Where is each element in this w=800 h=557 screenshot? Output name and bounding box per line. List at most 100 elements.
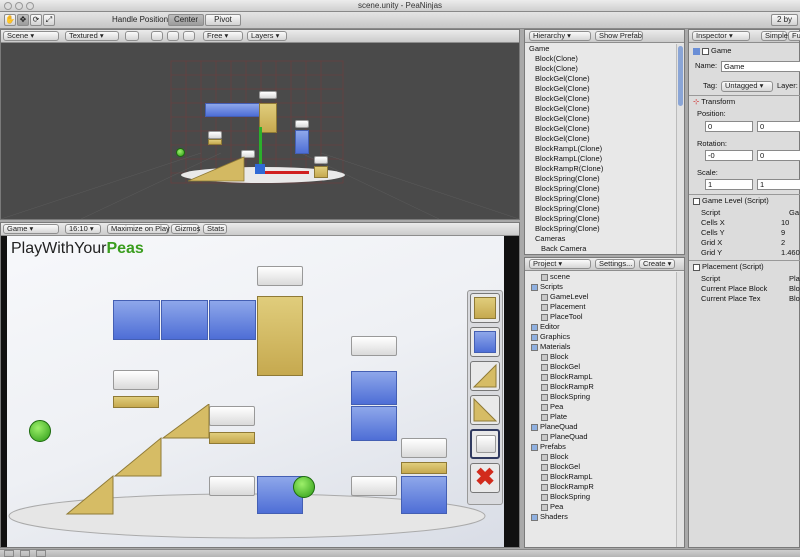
game-tab[interactable]: Game ▾ <box>3 224 59 234</box>
pivot-toggle[interactable]: Pivot <box>205 14 241 26</box>
project-item[interactable]: Pea <box>525 502 675 512</box>
minimize-window-button[interactable] <box>15 2 23 10</box>
project-item[interactable]: BlockSpring <box>525 492 675 502</box>
hierarchy-item[interactable]: BlockSpring(Clone) <box>525 174 675 184</box>
scene-mode-button[interactable] <box>125 31 139 41</box>
project-item[interactable]: BlockRampR <box>525 382 675 392</box>
scene-tab[interactable]: Scene ▾ <box>3 31 59 41</box>
move-gizmo-z-axis[interactable] <box>255 164 265 174</box>
game-viewport[interactable]: PlayWithYourPeas ✖ <box>7 236 504 547</box>
rotate-tool-button[interactable]: ⟳ <box>30 14 42 26</box>
project-item[interactable]: BlockRampL <box>525 372 675 382</box>
active-checkbox[interactable] <box>702 47 709 55</box>
rotation-y-field[interactable]: 0 <box>757 150 800 161</box>
close-window-button[interactable] <box>4 2 12 10</box>
transform-header[interactable]: ⊹ Transform <box>693 96 735 107</box>
render-mode-dropdown[interactable]: Textured ▾ <box>65 31 119 41</box>
project-item[interactable]: Prefabs <box>525 442 675 452</box>
show-prefab-button[interactable]: Show Prefab <box>595 31 643 41</box>
palette-gel-button[interactable] <box>470 327 500 357</box>
hierarchy-scrollbar[interactable] <box>676 44 684 254</box>
gizmos-toggle[interactable]: Gizmos <box>171 224 200 234</box>
hierarchy-item[interactable]: BlockSpring(Clone) <box>525 204 675 214</box>
move-gizmo-x-axis[interactable] <box>259 171 309 174</box>
project-item[interactable]: Placement <box>525 302 675 312</box>
hierarchy-item[interactable]: BlockRampL(Clone) <box>525 154 675 164</box>
project-item[interactable]: PlaneQuad <box>525 422 675 432</box>
palette-ramp-right-button[interactable] <box>470 395 500 425</box>
inspector-tab[interactable]: Inspector ▾ <box>692 31 750 41</box>
hierarchy-item[interactable]: BlockSpring(Clone) <box>525 214 675 224</box>
maximize-on-play-toggle[interactable]: Maximize on Play <box>107 224 170 234</box>
create-dropdown[interactable]: Create ▾ <box>639 259 675 269</box>
audio-icon[interactable] <box>183 31 195 41</box>
step-button[interactable] <box>36 550 46 557</box>
hierarchy-item[interactable]: BlockGel(Clone) <box>525 114 675 124</box>
grid-y-value[interactable]: 1.460 <box>781 248 800 258</box>
settings-button[interactable]: Settings... <box>595 259 635 269</box>
hierarchy-item[interactable]: BlockGel(Clone) <box>525 84 675 94</box>
simple-toggle[interactable]: Simple <box>761 31 788 41</box>
scale-x-field[interactable]: 1 <box>705 179 753 190</box>
project-item[interactable]: Shaders <box>525 512 675 522</box>
rotation-x-field[interactable]: -0 <box>705 150 753 161</box>
project-item[interactable]: Block <box>525 352 675 362</box>
hierarchy-item[interactable]: BlockGel(Clone) <box>525 74 675 84</box>
project-item[interactable]: PlaneQuad <box>525 432 675 442</box>
hierarchy-item[interactable]: BlockGel(Clone) <box>525 124 675 134</box>
image-icon[interactable] <box>167 31 179 41</box>
hierarchy-item[interactable]: BlockGel(Clone) <box>525 104 675 114</box>
palette-spring-button[interactable] <box>470 429 500 459</box>
hierarchy-tab[interactable]: Hierarchy ▾ <box>529 31 591 41</box>
project-item[interactable]: Plate <box>525 412 675 422</box>
placement-script-value[interactable]: Pla <box>789 274 800 284</box>
project-item[interactable]: GameLevel <box>525 292 675 302</box>
move-tool-button[interactable]: ✥ <box>17 14 29 26</box>
stats-toggle[interactable]: Stats <box>203 224 227 234</box>
tag-dropdown[interactable]: Untagged ▾ <box>721 81 773 92</box>
project-item[interactable]: Graphics <box>525 332 675 342</box>
current-place-tex-value[interactable]: Blo <box>789 294 800 304</box>
project-item[interactable]: BlockRampL <box>525 472 675 482</box>
script-enabled-checkbox[interactable] <box>693 197 700 205</box>
hierarchy-item[interactable]: BlockGel(Clone) <box>525 94 675 104</box>
project-item[interactable]: BlockSpring <box>525 392 675 402</box>
palette-remove-button[interactable]: ✖ <box>470 463 500 493</box>
scene-viewport[interactable] <box>1 43 519 219</box>
script-enabled-checkbox[interactable] <box>693 263 700 271</box>
hierarchy-item[interactable]: BlockGel(Clone) <box>525 134 675 144</box>
grid-x-value[interactable]: 2 <box>781 238 785 248</box>
hierarchy-item[interactable]: BlockRampL(Clone) <box>525 144 675 154</box>
hierarchy-item[interactable]: Game <box>525 44 675 54</box>
hierarchy-item[interactable]: Back Camera <box>525 244 675 254</box>
project-tab[interactable]: Project ▾ <box>529 259 591 269</box>
palette-ramp-left-button[interactable] <box>470 361 500 391</box>
hierarchy-item[interactable]: Block(Clone) <box>525 54 675 64</box>
aspect-dropdown[interactable]: 16:10 ▾ <box>65 224 101 234</box>
layout-dropdown[interactable]: 2 by <box>771 14 798 26</box>
hierarchy-item[interactable]: BlockRampR(Clone) <box>525 164 675 174</box>
layers-dropdown[interactable]: Layers ▾ <box>247 31 287 41</box>
hierarchy-item[interactable]: Block(Clone) <box>525 64 675 74</box>
project-item[interactable]: Materials <box>525 342 675 352</box>
project-item[interactable]: BlockGel <box>525 362 675 372</box>
project-item[interactable]: Block <box>525 452 675 462</box>
hand-tool-button[interactable]: ✋ <box>4 14 16 26</box>
cells-x-value[interactable]: 10 <box>781 218 789 228</box>
palette-block-button[interactable] <box>470 293 500 323</box>
camera-free-dropdown[interactable]: Free ▾ <box>203 31 243 41</box>
project-item[interactable]: PlaceTool <box>525 312 675 322</box>
position-y-field[interactable]: 0 <box>757 121 800 132</box>
project-item[interactable]: BlockGel <box>525 462 675 472</box>
hierarchy-item[interactable]: BlockSpring(Clone) <box>525 194 675 204</box>
project-item[interactable]: scene <box>525 272 675 282</box>
full-toggle[interactable]: Fu <box>788 31 800 41</box>
project-item[interactable]: Scripts <box>525 282 675 292</box>
placement-header[interactable]: Placement (Script) <box>693 261 764 272</box>
hierarchy-item[interactable]: BlockSpring(Clone) <box>525 184 675 194</box>
pause-button[interactable] <box>20 550 30 557</box>
project-scrollbar[interactable] <box>676 272 684 547</box>
name-field[interactable]: Game <box>721 61 800 72</box>
hierarchy-item[interactable]: BlockSpring(Clone) <box>525 224 675 234</box>
zoom-window-button[interactable] <box>26 2 34 10</box>
